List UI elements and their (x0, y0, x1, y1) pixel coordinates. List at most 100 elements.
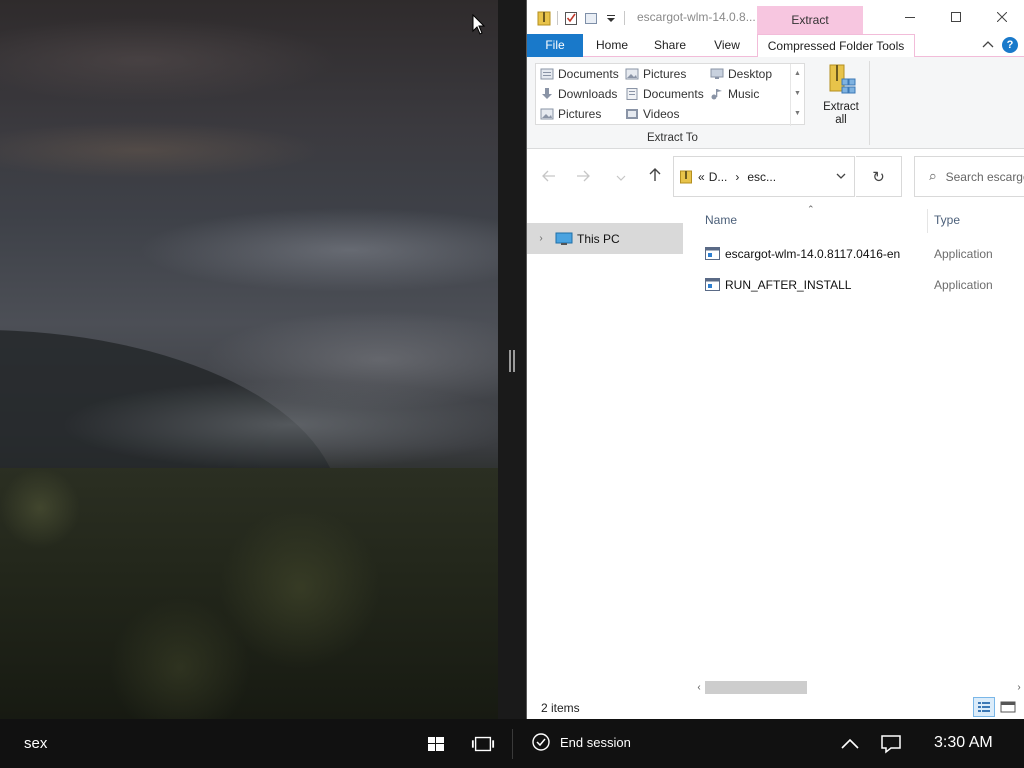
expand-chevron-icon[interactable]: › (527, 233, 555, 244)
extract-all-button[interactable]: Extract all (819, 63, 863, 127)
gallery-item-videos[interactable]: Videos (625, 107, 679, 121)
taskbar-label: sex (24, 735, 48, 752)
chevron-up-icon[interactable] (838, 733, 862, 755)
taskbar-separator (512, 729, 513, 759)
scroll-left-icon[interactable]: ‹ (693, 679, 705, 696)
ribbon-right-controls: ? (982, 37, 1018, 53)
search-placeholder: Search escargot (945, 169, 1024, 184)
gallery-item-documents[interactable]: Documents (540, 67, 619, 81)
application-icon (705, 278, 720, 291)
extract-all-label: Extract all (823, 101, 859, 126)
ribbon-group-label: Extract To (647, 132, 698, 144)
zip-folder-icon (537, 11, 551, 26)
maximize-icon (951, 12, 961, 22)
zip-folder-icon (680, 170, 692, 183)
gallery-item-label: Documents (558, 67, 619, 81)
end-session-button[interactable]: End session (532, 733, 631, 751)
breadcrumb-overflow-icon[interactable]: « (698, 170, 705, 184)
gallery-item-music[interactable]: Music (710, 87, 759, 101)
scroll-right-icon[interactable]: › (1013, 679, 1024, 696)
table-row[interactable]: escargot-wlm-14.0.8117.0416-en Applicati… (693, 241, 1024, 267)
nav-item-this-pc[interactable]: › This PC (527, 223, 683, 254)
tab-share[interactable]: Share (645, 34, 695, 57)
gallery-scrollbar[interactable]: ▲ ▼ ▼ (790, 64, 804, 126)
file-list: ⌃ Name Type escargot-wlm-14.0.8117.0416-… (693, 204, 1024, 675)
gallery-item-pictures[interactable]: Pictures (625, 67, 686, 81)
desktop-icon (710, 68, 724, 79)
file-name: escargot-wlm-14.0.8117.0416-en (725, 247, 901, 261)
help-icon[interactable]: ? (1002, 37, 1018, 53)
task-view-icon[interactable] (471, 733, 495, 755)
windows-start-icon[interactable] (424, 733, 448, 755)
collapse-ribbon-icon[interactable] (982, 40, 994, 50)
back-button[interactable] (539, 167, 559, 187)
up-button[interactable] (645, 167, 665, 187)
qat-separator (624, 11, 625, 25)
minimize-icon (905, 17, 915, 18)
gallery-item-label: Downloads (558, 87, 618, 101)
breadcrumb-chevron-icon[interactable]: › (735, 170, 739, 184)
minimize-button[interactable] (887, 0, 933, 34)
details-view-button[interactable] (973, 697, 995, 717)
scrollbar-thumb[interactable] (705, 681, 807, 694)
taskbar: sex End session 3:30 AM (0, 719, 1024, 768)
tab-compressed-folder-tools[interactable]: Compressed Folder Tools (757, 34, 915, 58)
qat-dropdown-icon[interactable] (604, 10, 618, 26)
notification-icon[interactable] (879, 733, 903, 755)
maximize-button[interactable] (933, 0, 979, 34)
horizontal-scrollbar[interactable]: ‹ › (693, 679, 1024, 696)
address-dropdown-icon[interactable] (836, 169, 846, 183)
tab-home[interactable]: Home (587, 34, 637, 57)
clock[interactable]: 3:30 AM (934, 734, 993, 752)
gallery-item-desktop[interactable]: Desktop (710, 67, 772, 81)
column-headers: ⌃ Name Type (693, 204, 1024, 235)
snap-divider-grip-icon[interactable] (509, 350, 515, 372)
column-separator[interactable] (927, 209, 928, 233)
forward-arrow-icon (577, 170, 590, 182)
extract-all-icon (826, 63, 856, 97)
column-header-name[interactable]: Name (705, 213, 737, 227)
snap-divider[interactable] (498, 0, 526, 719)
gallery-scroll-up-icon[interactable]: ▲ (791, 64, 804, 84)
title-bar[interactable]: escargot-wlm-14.0.8... Extract (527, 0, 1024, 34)
close-button[interactable] (979, 0, 1024, 34)
recent-locations-button[interactable] (611, 167, 631, 187)
large-icons-view-button[interactable] (997, 697, 1019, 717)
wallpaper-ground (0, 468, 498, 719)
gallery-item-downloads[interactable]: Downloads (540, 87, 617, 101)
column-header-type[interactable]: Type (934, 213, 960, 227)
search-box[interactable]: Search escargot (914, 156, 1024, 197)
sort-ascending-icon: ⌃ (807, 204, 815, 214)
mouse-cursor-icon (472, 14, 486, 35)
address-bar[interactable]: « D... › esc... (673, 156, 855, 197)
tab-view[interactable]: View (703, 34, 751, 57)
qat-separator (557, 11, 558, 25)
breadcrumb-segment[interactable]: esc... (747, 170, 776, 184)
forward-button[interactable] (573, 167, 593, 187)
back-arrow-icon (542, 170, 555, 182)
tab-file[interactable]: File (527, 34, 583, 57)
gallery-item-pictures-2[interactable]: Pictures (540, 107, 601, 121)
close-icon (997, 12, 1007, 22)
downloads-arrow-icon (542, 88, 552, 99)
wallpaper-fog (60, 380, 498, 470)
breadcrumb-segment[interactable]: D... (709, 170, 728, 184)
search-icon (929, 173, 936, 180)
large-icons-view-icon (1000, 701, 1016, 713)
videos-film-icon (626, 109, 638, 119)
properties-icon[interactable] (564, 10, 578, 26)
this-pc-icon (555, 232, 573, 245)
gallery-expand-icon[interactable]: ▼ (791, 104, 804, 124)
gallery-item-label: Music (728, 87, 760, 101)
file-name: RUN_AFTER_INSTALL (725, 278, 852, 292)
nav-item-label: This PC (577, 231, 620, 246)
details-view-icon (978, 702, 990, 712)
gallery-item-documents-2[interactable]: Documents (625, 87, 704, 101)
refresh-button[interactable]: ↻ (856, 156, 902, 197)
table-row[interactable]: RUN_AFTER_INSTALL Application (693, 272, 1024, 298)
gallery-scroll-down-icon[interactable]: ▼ (791, 84, 804, 104)
documents-library-icon (540, 68, 554, 80)
pictures-icon (540, 108, 554, 120)
gallery-item-label: Pictures (643, 67, 687, 81)
new-folder-icon[interactable] (584, 10, 598, 26)
